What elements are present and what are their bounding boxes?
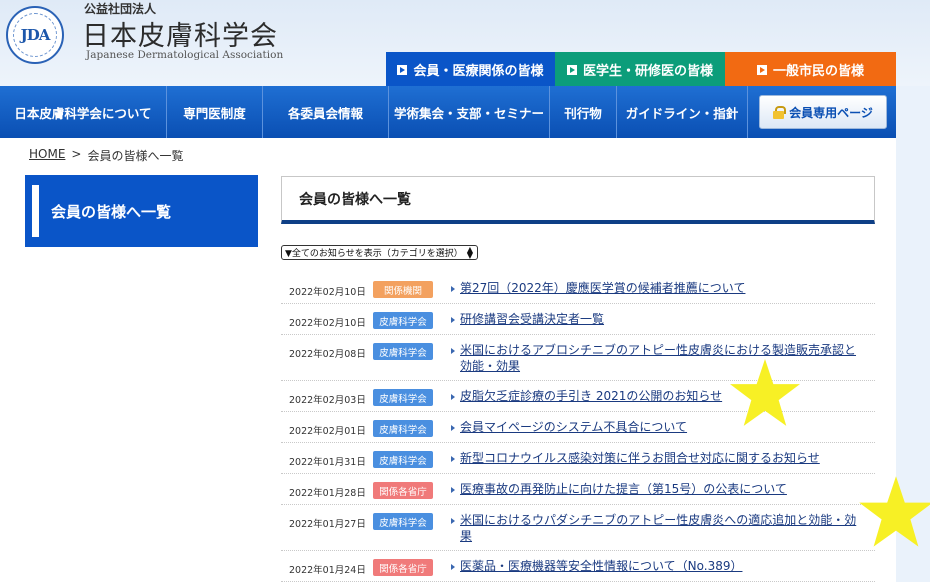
category-badge: 関係各省庁 <box>373 559 433 576</box>
news-row: 2022年01月31日 皮膚科学会 新型コロナウイルス感染対策に伴うお問合せ対応… <box>281 443 875 474</box>
news-row: 2022年01月27日 皮膚科学会 米国におけるウパダシチニブのアトピー性皮膚炎… <box>281 505 875 551</box>
breadcrumb-current: 会員の皆様へ一覧 <box>87 149 184 163</box>
news-row: 2022年02月10日 関係機関 第27回（2022年）慶應医学賞の候補者推薦に… <box>281 273 875 304</box>
sidebar-item-label: 会員の皆様へ一覧 <box>51 202 172 221</box>
arrow-right-icon <box>451 487 455 493</box>
arrow-right-icon <box>451 564 455 570</box>
tab-members-label: 会員・医療関係の皆様 <box>413 64 544 79</box>
category-badge: 皮膚科学会 <box>373 343 433 360</box>
nav-item-meetings[interactable]: 学術集会・支部・セミナー <box>389 86 550 138</box>
category-badge: 皮膚科学会 <box>373 312 433 329</box>
lock-icon <box>773 105 787 119</box>
nav-item-about[interactable]: 日本皮膚科学会について <box>0 86 167 138</box>
news-link[interactable]: 米国におけるウパダシチニブのアトピー性皮膚炎への適応追加と効能・効果 <box>460 512 860 544</box>
news-row: 2022年01月28日 関係各省庁 医療事故の再発防止に向けた提言（第15号）の… <box>281 474 875 505</box>
nav-item-committees[interactable]: 各委員会情報 <box>263 86 389 138</box>
arrow-square-icon <box>397 64 408 75</box>
sidebar-item-members-list[interactable]: 会員の皆様へ一覧 <box>25 175 258 247</box>
breadcrumb: HOME > 会員の皆様へ一覧 <box>29 147 183 164</box>
news-date: 2022年02月10日 <box>289 287 366 298</box>
site-title[interactable]: 日本皮膚科学会 <box>82 14 278 53</box>
arrow-right-icon <box>451 425 455 431</box>
star-annotation-icon <box>730 359 800 426</box>
news-date: 2022年02月03日 <box>289 395 366 406</box>
member-page-button[interactable]: 会員専用ページ <box>759 95 887 129</box>
category-badge: 皮膚科学会 <box>373 451 433 468</box>
arrow-right-icon <box>451 518 455 524</box>
category-badge: 関係機関 <box>373 281 433 298</box>
news-row: 2022年01月24日 関係各省庁 医薬品・医療機器等安全性情報について（No.… <box>281 551 875 582</box>
page-title-text: 会員の皆様へ一覧 <box>299 191 411 208</box>
arrow-square-icon <box>566 64 577 75</box>
news-date: 2022年02月01日 <box>289 426 366 437</box>
news-link[interactable]: 医薬品・医療機器等安全性情報について（No.389） <box>460 558 860 574</box>
category-badge: 関係各省庁 <box>373 482 433 499</box>
arrow-right-icon <box>451 394 455 400</box>
member-page-label: 会員専用ページ <box>789 105 873 120</box>
category-badge: 皮膚科学会 <box>373 513 433 530</box>
tab-members[interactable]: 会員・医療関係の皆様 <box>386 52 555 87</box>
tab-public[interactable]: 一般市民の皆様 <box>725 52 896 87</box>
page-title: 会員の皆様へ一覧 <box>281 176 875 224</box>
tab-public-label: 一般市民の皆様 <box>772 64 864 79</box>
tab-students[interactable]: 医学生・研修医の皆様 <box>555 52 725 87</box>
main-nav: 日本皮膚科学会について 専門医制度 各委員会情報 学術集会・支部・セミナー 刊行… <box>0 86 896 138</box>
news-link[interactable]: 研修講習会受講決定者一覧 <box>460 311 860 327</box>
logo-seal-text: JDA <box>20 26 51 44</box>
nav-item-guidelines[interactable]: ガイドライン・指針 <box>617 86 748 138</box>
nav-item-publications[interactable]: 刊行物 <box>550 86 617 138</box>
category-badge: 皮膚科学会 <box>373 389 433 406</box>
breadcrumb-separator: > <box>71 147 82 161</box>
news-date: 2022年02月10日 <box>289 318 366 329</box>
category-select-value: ▼全てのお知らせを表示（カテゴリを選択） <box>285 249 463 259</box>
nav-item-specialist[interactable]: 専門医制度 <box>167 86 263 138</box>
news-link[interactable]: 医療事故の再発防止に向けた提言（第15号）の公表について <box>460 481 860 497</box>
star-annotation-icon <box>859 476 930 547</box>
arrow-square-icon <box>756 64 767 75</box>
arrow-right-icon <box>451 456 455 462</box>
news-link[interactable]: 第27回（2022年）慶應医学賞の候補者推薦について <box>460 280 860 296</box>
news-link[interactable]: 新型コロナウイルス感染対策に伴うお問合せ対応に関するお知らせ <box>460 450 860 466</box>
sidebar-marker <box>32 185 39 237</box>
select-arrows-icon: ▲ ▼ <box>466 245 473 260</box>
site-title-en: Japanese Dermatological Association <box>86 49 284 61</box>
category-badge: 皮膚科学会 <box>373 420 433 437</box>
news-row: 2022年02月10日 皮膚科学会 研修講習会受講決定者一覧 <box>281 304 875 335</box>
news-date: 2022年02月08日 <box>289 349 366 360</box>
tab-students-label: 医学生・研修医の皆様 <box>582 64 713 79</box>
arrow-right-icon <box>451 348 455 354</box>
arrow-right-icon <box>451 286 455 292</box>
news-date: 2022年01月27日 <box>289 519 366 530</box>
jda-logo-seal[interactable]: JDA <box>6 6 64 64</box>
arrow-right-icon <box>451 317 455 323</box>
news-date: 2022年01月31日 <box>289 457 366 468</box>
news-date: 2022年01月24日 <box>289 565 366 576</box>
category-select[interactable]: ▼全てのお知らせを表示（カテゴリを選択） ▲ ▼ <box>281 245 478 260</box>
news-date: 2022年01月28日 <box>289 488 366 499</box>
breadcrumb-home[interactable]: HOME <box>29 147 65 164</box>
